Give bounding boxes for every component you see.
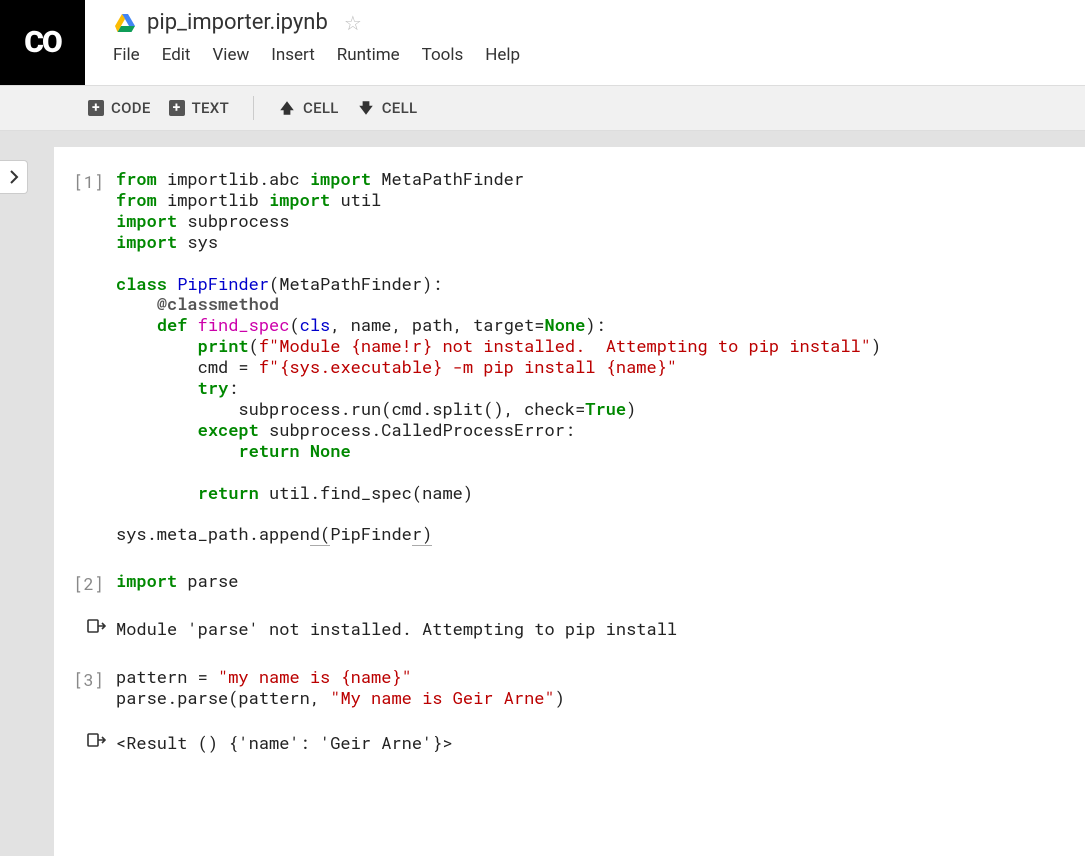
toolbar: + CODE + TEXT CELL CELL xyxy=(0,85,1085,131)
notebook: [1] from importlib.abc import MetaPathFi… xyxy=(54,147,1085,856)
menu-help[interactable]: Help xyxy=(485,45,520,65)
cell-prompt: [3] xyxy=(54,667,116,709)
cell-output: <Result () {'name': 'Geir Arne'}> xyxy=(54,731,1067,755)
cell-prompt: [2] xyxy=(54,571,116,595)
add-code-button[interactable]: + CODE xyxy=(88,99,151,117)
toolbar-divider xyxy=(253,96,254,120)
code-cell[interactable]: [1] from importlib.abc import MetaPathFi… xyxy=(54,169,1067,545)
sidebar-toggle-button[interactable] xyxy=(0,160,28,194)
output-text: <Result () {'name': 'Geir Arne'}> xyxy=(116,731,453,755)
move-cell-up-button[interactable]: CELL xyxy=(278,99,339,117)
menu-file[interactable]: File xyxy=(113,45,140,65)
star-icon[interactable]: ☆ xyxy=(344,11,362,35)
cell-code[interactable]: pattern = "my name is {name}" parse.pars… xyxy=(116,667,565,709)
menu-runtime[interactable]: Runtime xyxy=(337,45,400,65)
menu-view[interactable]: View xyxy=(212,45,249,65)
google-drive-icon xyxy=(113,11,137,35)
code-cell[interactable]: [3] pattern = "my name is {name}" parse.… xyxy=(54,667,1067,755)
cell-prompt: [1] xyxy=(54,169,116,545)
title-row: pip_importer.ipynb ☆ xyxy=(113,10,1085,35)
colab-logo[interactable]: CO xyxy=(0,0,85,85)
chevron-right-icon xyxy=(9,170,19,184)
plus-icon: + xyxy=(88,100,104,116)
add-text-button[interactable]: + TEXT xyxy=(169,99,229,117)
content-area: [1] from importlib.abc import MetaPathFi… xyxy=(0,131,1085,856)
file-title[interactable]: pip_importer.ipynb xyxy=(147,10,328,35)
header: CO pip_importer.ipynb ☆ File Edit View I… xyxy=(0,0,1085,85)
output-icon xyxy=(86,617,106,637)
arrow-up-icon xyxy=(278,99,296,117)
code-cell[interactable]: [2] import parse Module 'parse' not inst… xyxy=(54,571,1067,641)
move-cell-down-button[interactable]: CELL xyxy=(357,99,418,117)
menu-tools[interactable]: Tools xyxy=(422,45,464,65)
arrow-down-icon xyxy=(357,99,375,117)
cell-code[interactable]: from importlib.abc import MetaPathFinder… xyxy=(116,169,881,545)
cell-output: Module 'parse' not installed. Attempting… xyxy=(54,617,1067,641)
plus-icon: + xyxy=(169,100,185,116)
menu-bar: File Edit View Insert Runtime Tools Help xyxy=(113,45,1085,65)
menu-insert[interactable]: Insert xyxy=(271,45,315,65)
cell-code[interactable]: import parse xyxy=(116,571,238,595)
menu-edit[interactable]: Edit xyxy=(162,45,191,65)
output-text: Module 'parse' not installed. Attempting… xyxy=(116,617,677,641)
output-icon xyxy=(86,731,106,751)
